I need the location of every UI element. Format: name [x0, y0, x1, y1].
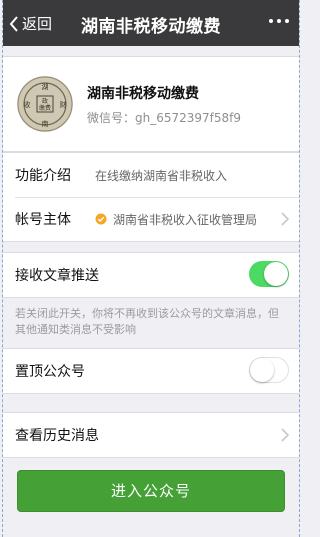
account-subject-label: 帐号主体: [15, 212, 71, 228]
receive-articles-toggle[interactable]: [249, 261, 289, 287]
receive-group: 接收文章推送: [3, 252, 299, 298]
svg-text:南: 南: [42, 119, 49, 128]
svg-text:财: 财: [60, 100, 67, 109]
enter-account-button[interactable]: 进入公众号: [17, 470, 285, 512]
more-icon[interactable]: [269, 19, 289, 23]
nav-bar: 返回 湖南非税移动缴费: [3, 0, 299, 46]
pin-label: 置顶公众号: [15, 364, 85, 380]
seal-logo-icon: 湖 南 收 财 政 缴费: [17, 76, 73, 132]
history-label: 查看历史消息: [15, 428, 99, 444]
account-subject-row[interactable]: 帐号主体 湖南省非税收入征收管理局: [3, 197, 299, 241]
screen: 返回 湖南非税移动缴费 湖 南 收 财 政 缴费 湖南非税移动缴费 微信号：gh…: [2, 0, 300, 537]
pin-row: 置顶公众号: [3, 349, 299, 393]
svg-text:收: 收: [24, 100, 31, 109]
receive-articles-label: 接收文章推送: [15, 268, 99, 284]
verified-icon: [95, 213, 107, 225]
info-group: 功能介绍 在线缴纳湖南省非税收入 帐号主体 湖南省非税收入征收管理局: [3, 152, 299, 242]
svg-text:湖: 湖: [42, 82, 49, 91]
wechat-id: 微信号：gh_6572397f58f9: [87, 110, 242, 125]
receive-articles-row: 接收文章推送: [3, 253, 299, 297]
avatar[interactable]: 湖 南 收 财 政 缴费: [17, 76, 73, 132]
history-group: 查看历史消息: [3, 412, 299, 458]
chevron-right-icon: [281, 212, 289, 226]
chevron-right-icon: [281, 428, 289, 442]
svg-text:政: 政: [42, 97, 48, 105]
intro-value: 在线缴纳湖南省非税收入: [95, 168, 228, 183]
intro-label: 功能介绍: [15, 168, 71, 184]
page-title: 湖南非税移动缴费: [81, 17, 221, 37]
receive-note: 若关闭此开关，你将不再收到该公众号的文章消息，但其他通知类消息不受影响: [15, 307, 279, 336]
svg-text:缴费: 缴费: [39, 104, 51, 112]
intro-row: 功能介绍 在线缴纳湖南省非税收入: [3, 153, 299, 197]
account-subject-value: 湖南省非税收入征收管理局: [113, 212, 258, 227]
history-row[interactable]: 查看历史消息: [3, 413, 299, 457]
account-name: 湖南非税移动缴费: [87, 85, 199, 102]
pin-toggle[interactable]: [249, 357, 289, 383]
pin-group: 置顶公众号: [3, 348, 299, 394]
profile-card: 湖 南 收 财 政 缴费 湖南非税移动缴费 微信号：gh_6572397f58f…: [3, 56, 299, 152]
